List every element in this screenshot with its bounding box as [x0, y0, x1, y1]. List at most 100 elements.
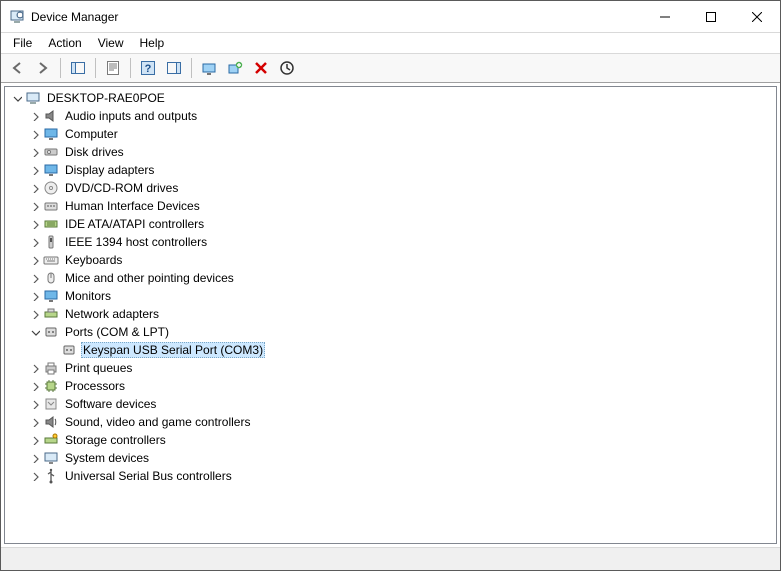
menu-help[interactable]: Help — [132, 34, 173, 52]
add-legacy-button[interactable] — [223, 56, 247, 80]
port-icon — [61, 342, 77, 358]
tree-item-label: Display adapters — [63, 163, 156, 177]
scan-button[interactable] — [275, 56, 299, 80]
tree-item[interactable]: Print queues — [5, 359, 776, 377]
menu-action[interactable]: Action — [40, 34, 89, 52]
tree-item[interactable]: IDE ATA/ATAPI controllers — [5, 215, 776, 233]
tree-item[interactable]: Mice and other pointing devices — [5, 269, 776, 287]
tree-item[interactable]: Network adapters — [5, 305, 776, 323]
expand-icon[interactable] — [27, 216, 43, 232]
back-button[interactable] — [5, 56, 29, 80]
toolbar-separator — [130, 58, 131, 78]
properties-button[interactable] — [101, 56, 125, 80]
disc-icon — [43, 180, 59, 196]
expand-icon[interactable] — [27, 180, 43, 196]
expand-icon[interactable] — [27, 234, 43, 250]
device-tree[interactable]: DESKTOP-RAE0POE Audio inputs and outputsC… — [4, 86, 777, 544]
tree-item[interactable]: Disk drives — [5, 143, 776, 161]
network-icon — [43, 306, 59, 322]
cpu-icon — [43, 378, 59, 394]
tree-item-label: DVD/CD-ROM drives — [63, 181, 180, 195]
collapse-icon[interactable] — [27, 324, 43, 340]
tree-item-label: Human Interface Devices — [63, 199, 202, 213]
svg-text:?: ? — [145, 63, 152, 75]
tree-item[interactable]: Human Interface Devices — [5, 197, 776, 215]
tree-item-label: Keyboards — [63, 253, 124, 267]
printer-icon — [43, 360, 59, 376]
expand-icon[interactable] — [27, 432, 43, 448]
tree-item[interactable]: Audio inputs and outputs — [5, 107, 776, 125]
statusbar — [1, 547, 780, 570]
sound-icon — [43, 414, 59, 430]
window-title: Device Manager — [31, 10, 118, 24]
monitor-icon — [43, 126, 59, 142]
software-icon — [43, 396, 59, 412]
tree-item-label: Processors — [63, 379, 127, 393]
toolbar: ? — [1, 53, 780, 83]
tree-item[interactable]: Sound, video and game controllers — [5, 413, 776, 431]
expand-icon[interactable] — [27, 126, 43, 142]
toolbar-separator — [191, 58, 192, 78]
audio-icon — [43, 108, 59, 124]
tree-item[interactable]: Monitors — [5, 287, 776, 305]
expand-icon[interactable] — [27, 396, 43, 412]
tree-item[interactable]: Keyspan USB Serial Port (COM3) — [5, 341, 776, 359]
titlebar[interactable]: Device Manager — [1, 1, 780, 33]
expand-icon[interactable] — [27, 162, 43, 178]
help-button[interactable]: ? — [136, 56, 160, 80]
keyboard-icon — [43, 252, 59, 268]
expand-icon[interactable] — [27, 306, 43, 322]
expand-icon[interactable] — [27, 270, 43, 286]
tree-item[interactable]: Keyboards — [5, 251, 776, 269]
maximize-button[interactable] — [688, 2, 734, 32]
tree-item-label: Keyspan USB Serial Port (COM3) — [81, 342, 265, 358]
expand-icon[interactable] — [27, 450, 43, 466]
menubar: File Action View Help — [1, 33, 780, 53]
expand-icon[interactable] — [27, 108, 43, 124]
expand-icon[interactable] — [27, 252, 43, 268]
tree-item[interactable]: Computer — [5, 125, 776, 143]
toolbar-separator — [60, 58, 61, 78]
expand-icon[interactable] — [27, 360, 43, 376]
expand-icon[interactable] — [27, 378, 43, 394]
tree-item[interactable]: DESKTOP-RAE0POE — [5, 89, 776, 107]
device-manager-window: Device Manager File Action View Help ? D… — [0, 0, 781, 571]
tree-item-label: Ports (COM & LPT) — [63, 325, 171, 339]
port-icon — [43, 324, 59, 340]
minimize-button[interactable] — [642, 2, 688, 32]
expand-icon[interactable] — [27, 198, 43, 214]
close-button[interactable] — [734, 2, 780, 32]
tree-item[interactable]: IEEE 1394 host controllers — [5, 233, 776, 251]
monitor-icon — [43, 162, 59, 178]
update-driver-button[interactable] — [197, 56, 221, 80]
tree-item[interactable]: Display adapters — [5, 161, 776, 179]
tree-item[interactable]: Processors — [5, 377, 776, 395]
system-icon — [43, 450, 59, 466]
tree-item-label: Disk drives — [63, 145, 126, 159]
menu-file[interactable]: File — [5, 34, 40, 52]
tree-item-label: IDE ATA/ATAPI controllers — [63, 217, 206, 231]
tree-item-label: IEEE 1394 host controllers — [63, 235, 209, 249]
tree-item-label: Storage controllers — [63, 433, 168, 447]
tree-item-label: Print queues — [63, 361, 134, 375]
expand-icon[interactable] — [27, 468, 43, 484]
expand-icon[interactable] — [27, 144, 43, 160]
show-hide-tree-button[interactable] — [66, 56, 90, 80]
tree-item[interactable]: Universal Serial Bus controllers — [5, 467, 776, 485]
collapse-icon[interactable] — [9, 90, 25, 106]
forward-button[interactable] — [31, 56, 55, 80]
show-hide-action-button[interactable] — [162, 56, 186, 80]
computer-icon — [25, 90, 41, 106]
expand-icon[interactable] — [27, 288, 43, 304]
tree-item-label: DESKTOP-RAE0POE — [45, 91, 167, 105]
tree-item[interactable]: Software devices — [5, 395, 776, 413]
menu-view[interactable]: View — [90, 34, 132, 52]
tree-item[interactable]: Storage controllers — [5, 431, 776, 449]
tree-item[interactable]: Ports (COM & LPT) — [5, 323, 776, 341]
app-icon — [9, 9, 25, 25]
expand-icon[interactable] — [27, 414, 43, 430]
tree-item[interactable]: System devices — [5, 449, 776, 467]
tree-item[interactable]: DVD/CD-ROM drives — [5, 179, 776, 197]
uninstall-button[interactable] — [249, 56, 273, 80]
tree-item-label: Mice and other pointing devices — [63, 271, 236, 285]
